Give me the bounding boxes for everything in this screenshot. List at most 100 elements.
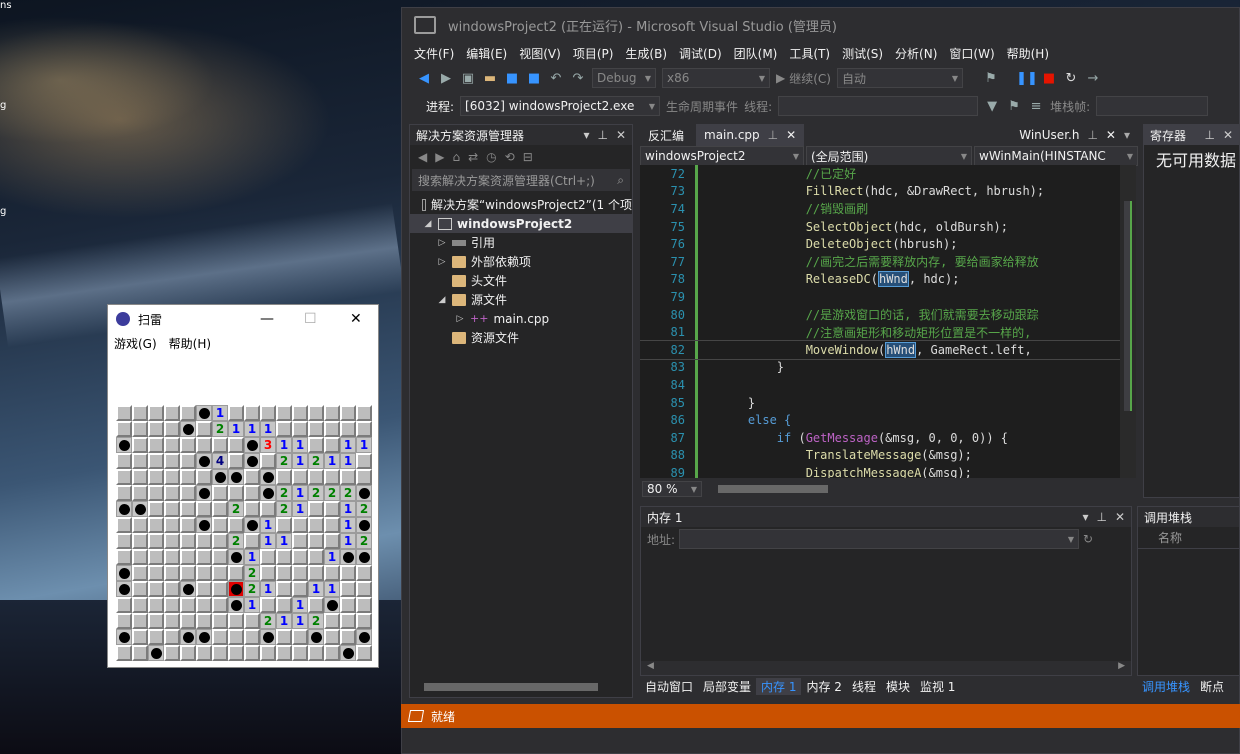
- menu-item[interactable]: 项目(P): [567, 45, 620, 62]
- unopened-cell[interactable]: [196, 533, 212, 549]
- number-cell[interactable]: 1: [324, 549, 340, 565]
- number-cell[interactable]: 1: [276, 437, 292, 453]
- search-input[interactable]: 搜索解决方案资源管理器(Ctrl+;): [418, 172, 595, 189]
- unopened-cell[interactable]: [308, 645, 324, 661]
- unopened-cell[interactable]: [180, 613, 196, 629]
- unopened-cell[interactable]: [164, 581, 180, 597]
- unopened-cell[interactable]: [324, 629, 340, 645]
- stack-frame-select[interactable]: [1096, 96, 1209, 116]
- tree-item-header-files[interactable]: 头文件: [410, 271, 632, 290]
- number-cell[interactable]: 2: [308, 485, 324, 501]
- number-cell[interactable]: 2: [356, 533, 372, 549]
- number-cell[interactable]: 1: [244, 549, 260, 565]
- unopened-cell[interactable]: [212, 549, 228, 565]
- bottom-tab[interactable]: 自动窗口: [640, 678, 698, 695]
- mine-cell[interactable]: [340, 549, 356, 565]
- unopened-cell[interactable]: [116, 597, 132, 613]
- unopened-cell[interactable]: [132, 469, 148, 485]
- unopened-cell[interactable]: [212, 565, 228, 581]
- horizontal-scrollbar[interactable]: [718, 485, 828, 493]
- number-cell[interactable]: 1: [292, 613, 308, 629]
- number-cell[interactable]: 1: [292, 453, 308, 469]
- unopened-cell[interactable]: [292, 581, 308, 597]
- unopened-cell[interactable]: [324, 469, 340, 485]
- unopened-cell[interactable]: [276, 405, 292, 421]
- unopened-cell[interactable]: [244, 645, 260, 661]
- unopened-cell[interactable]: [196, 613, 212, 629]
- number-cell[interactable]: 1: [260, 421, 276, 437]
- unopened-cell[interactable]: [260, 549, 276, 565]
- menu-item[interactable]: 窗口(W): [943, 45, 1000, 62]
- number-cell[interactable]: 1: [340, 517, 356, 533]
- unopened-cell[interactable]: [340, 405, 356, 421]
- unopened-cell[interactable]: [324, 533, 340, 549]
- menu-item[interactable]: 生成(B): [619, 45, 673, 62]
- number-cell[interactable]: 1: [292, 501, 308, 517]
- unopened-cell[interactable]: [132, 565, 148, 581]
- unopened-cell[interactable]: [340, 421, 356, 437]
- number-cell[interactable]: 2: [244, 565, 260, 581]
- unopened-cell[interactable]: [244, 629, 260, 645]
- unopened-cell[interactable]: [132, 405, 148, 421]
- unopened-cell[interactable]: [180, 453, 196, 469]
- number-cell[interactable]: 2: [308, 453, 324, 469]
- tree-item-references[interactable]: ▷ 引用: [410, 233, 632, 252]
- unopened-cell[interactable]: [228, 517, 244, 533]
- unopened-cell[interactable]: [276, 629, 292, 645]
- unopened-cell[interactable]: [276, 645, 292, 661]
- unopened-cell[interactable]: [228, 613, 244, 629]
- unopened-cell[interactable]: [308, 517, 324, 533]
- tree-item-resource-files[interactable]: 资源文件: [410, 328, 632, 347]
- unopened-cell[interactable]: [228, 437, 244, 453]
- unopened-cell[interactable]: [148, 581, 164, 597]
- unopened-cell[interactable]: [324, 565, 340, 581]
- breakpoint-icon[interactable]: ⚑: [983, 70, 999, 86]
- unopened-cell[interactable]: [180, 533, 196, 549]
- auto-select[interactable]: 自动 ▼: [836, 68, 963, 88]
- unopened-cell[interactable]: [356, 405, 372, 421]
- number-cell[interactable]: 1: [276, 613, 292, 629]
- menu-item[interactable]: 视图(V): [513, 45, 567, 62]
- minefield[interactable]: 1211131111421211212222211211211121122111…: [116, 405, 372, 661]
- close-icon[interactable]: ✕: [786, 128, 796, 142]
- unopened-cell[interactable]: [324, 437, 340, 453]
- tab-overflow-icon[interactable]: ▾: [1124, 128, 1130, 142]
- mine-cell[interactable]: [196, 405, 212, 421]
- unopened-cell[interactable]: [356, 613, 372, 629]
- number-cell[interactable]: 1: [340, 501, 356, 517]
- forward-icon[interactable]: ▶: [438, 70, 454, 86]
- unopened-cell[interactable]: [132, 533, 148, 549]
- unopened-cell[interactable]: [308, 501, 324, 517]
- refresh-icon[interactable]: ⟲: [505, 150, 515, 164]
- unopened-cell[interactable]: [180, 517, 196, 533]
- bottom-tab[interactable]: 模块: [881, 678, 915, 695]
- unopened-cell[interactable]: [276, 565, 292, 581]
- unopened-cell[interactable]: [196, 549, 212, 565]
- unopened-cell[interactable]: [276, 549, 292, 565]
- tree-item-solution[interactable]: 解决方案“windowsProject2”(1 个项: [410, 195, 632, 214]
- unopened-cell[interactable]: [324, 421, 340, 437]
- number-cell[interactable]: 2: [228, 533, 244, 549]
- unopened-cell[interactable]: [196, 501, 212, 517]
- unopened-cell[interactable]: [116, 421, 132, 437]
- unopened-cell[interactable]: [148, 405, 164, 421]
- unopened-cell[interactable]: [276, 581, 292, 597]
- unopened-cell[interactable]: [244, 469, 260, 485]
- number-cell[interactable]: 1: [292, 597, 308, 613]
- number-cell[interactable]: 1: [292, 485, 308, 501]
- unopened-cell[interactable]: [260, 501, 276, 517]
- unopened-cell[interactable]: [260, 565, 276, 581]
- close-icon[interactable]: ✕: [1106, 128, 1116, 142]
- unopened-cell[interactable]: [132, 645, 148, 661]
- bottom-tab[interactable]: 线程: [847, 678, 881, 695]
- menu-item[interactable]: 编辑(E): [460, 45, 513, 62]
- unopened-cell[interactable]: [356, 645, 372, 661]
- unopened-cell[interactable]: [196, 437, 212, 453]
- scroll-left-icon[interactable]: ◀: [647, 661, 654, 675]
- number-cell[interactable]: 1: [244, 421, 260, 437]
- mine-cell[interactable]: [196, 453, 212, 469]
- unopened-cell[interactable]: [116, 453, 132, 469]
- unopened-cell[interactable]: [116, 645, 132, 661]
- number-cell[interactable]: 4: [212, 453, 228, 469]
- step-icon[interactable]: →: [1085, 70, 1101, 86]
